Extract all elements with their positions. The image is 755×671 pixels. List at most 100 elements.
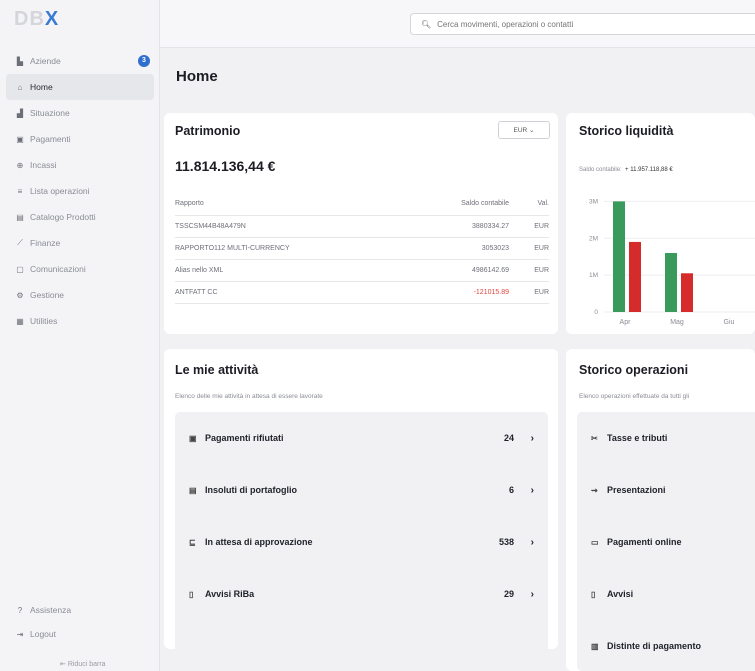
rapporto-cell: Alias nello XML: [175, 259, 411, 282]
sidebar-item-finanze[interactable]: ⟋ Finanze: [6, 230, 154, 256]
presentation-icon: ⇝: [591, 485, 598, 495]
page-title: Home: [176, 68, 218, 85]
operation-label: Distinte di pagamento: [607, 641, 702, 651]
valuta-cell: EUR: [509, 281, 549, 304]
x-tick-label: Giu: [724, 319, 735, 326]
sidebar-item-label: Lista operazioni: [30, 186, 90, 196]
catalog-icon: ▤: [16, 212, 24, 222]
search-box[interactable]: 🔍︎: [410, 13, 755, 35]
utilities-icon: ▦: [16, 316, 24, 326]
attivita-list: ▣ Pagamenti rifiutati 24 › ▤ Insoluti di port…: [175, 412, 548, 668]
sidebar-item-label: Logout: [30, 629, 56, 639]
activity-label: Pagamenti rifiutati: [205, 433, 284, 443]
saldo-cell: -121015.89: [410, 281, 509, 304]
notice-icon: ▯: [189, 589, 194, 599]
column-header: Val.: [509, 193, 549, 216]
operation-item[interactable]: ▥ Distinte di pagamento: [577, 620, 755, 671]
sidebar-item-gestione[interactable]: ⚙ Gestione: [6, 282, 154, 308]
patrimonio-title: Patrimonio: [175, 124, 241, 138]
activity-item[interactable]: ⊑ In attesa di approvazione 538 ›: [175, 516, 548, 568]
chart-bar: [665, 253, 677, 312]
home-icon: ⌂: [17, 82, 23, 92]
table-row[interactable]: TSSCSM44B48A479N 3880334.27 EUR: [175, 215, 549, 238]
sidebar-item-aziende[interactable]: ▙ Aziende 3: [6, 48, 154, 74]
chart-bar: [681, 273, 693, 312]
sidebar-item-label: Comunicazioni: [30, 264, 86, 274]
sidebar-item-catalogo-prodotti[interactable]: ▤ Catalogo Prodotti: [6, 204, 154, 230]
storico-subtitle: Elenco operazioni effettuate da tutti gl…: [579, 393, 690, 400]
table-row[interactable]: RAPPORTO112 MULTI-CURRENCY 3053023 EUR: [175, 237, 549, 260]
sidebar-item-utilities[interactable]: ▦ Utilities: [6, 308, 154, 334]
patrimonio-table: Rapporto Saldo contabile Val. TSSCSM44B4…: [175, 193, 549, 304]
sidebar-item-label: Incassi: [30, 160, 57, 170]
message-icon: ▢: [16, 264, 24, 274]
sidebar-item-pagamenti[interactable]: ▣ Pagamenti: [6, 126, 154, 152]
table-row[interactable]: Alias nello XML 4986142.69 EUR: [175, 259, 549, 282]
operation-item[interactable]: ▭ Pagamenti online: [577, 516, 755, 568]
attivita-title: Le mie attività: [175, 363, 259, 377]
notice-icon: ▯: [591, 589, 596, 599]
x-tick-label: Mag: [670, 319, 684, 326]
payment-slip-icon: ▥: [591, 641, 599, 651]
help-icon: ?: [17, 605, 23, 615]
sidebar-item-home[interactable]: ⌂ Home: [6, 74, 154, 100]
operation-label: Pagamenti online: [607, 537, 682, 547]
storico-list: ✂ Tasse e tributi ⇝ Presentazioni ▭ Pagamenti…: [577, 412, 755, 671]
operation-label: Presentazioni: [607, 485, 666, 495]
activity-count: 29: [503, 589, 514, 599]
valuta-cell: EUR: [509, 259, 549, 282]
top-bar: 🔍︎: [160, 0, 755, 48]
logout-icon: ⇥: [16, 629, 24, 639]
sidebar-item-label: Finanze: [30, 238, 61, 248]
activity-item[interactable]: ▤ Insoluti di portafoglio 6 ›: [175, 464, 548, 516]
saldo-cell: 3053023: [410, 237, 509, 260]
storico-title: Storico operazioni: [579, 363, 689, 377]
x-tick-label: Apr: [620, 319, 632, 326]
search-icon: 🔍︎: [421, 19, 432, 29]
sidebar-item-label: Home: [30, 82, 53, 92]
chart-bar: [613, 201, 625, 312]
activity-count: 6: [508, 485, 514, 495]
sidebar-item-comunicazioni[interactable]: ▢ Comunicazioni: [6, 256, 154, 282]
sidebar-item-label: Pagamenti: [30, 134, 71, 144]
attivita-subtitle: Elenco delle mie attività in attesa di e…: [175, 393, 323, 400]
patrimonio-total: 11.814.136,44 €: [175, 158, 276, 174]
sidebar-nav: ▙ Aziende 3 ⌂ Home ▟ Situazione ▣ Pagamenti ⊕ Inca…: [6, 48, 154, 334]
sidebar-bottom-nav: ? Assistenza ⇥ Logout: [6, 598, 154, 646]
sidebar-item-label: Assistenza: [30, 605, 72, 615]
search-input[interactable]: [437, 19, 738, 29]
collapse-sidebar-button[interactable]: ⇤ Riduci barra: [60, 660, 106, 668]
finance-icon: ⟋: [17, 238, 23, 247]
sidebar-item-lista-operazioni[interactable]: ≡ Lista operazioni: [6, 178, 154, 204]
chevron-down-icon: ⌄: [529, 127, 535, 134]
activity-item[interactable]: ▣ Pagamenti rifiutati 24 ›: [175, 412, 548, 464]
activity-label: Avvisi RiBa: [205, 589, 255, 599]
sidebar-item-logout[interactable]: ⇥ Logout: [6, 622, 154, 646]
liquidita-card: Storico liquidità Saldo contabile: + 11.…: [566, 113, 755, 334]
y-tick-label: 3M: [589, 198, 598, 205]
online-payment-icon: ▭: [591, 537, 599, 547]
sidebar-item-assistenza[interactable]: ? Assistenza: [6, 598, 154, 622]
chart-icon: ▟: [16, 108, 24, 118]
sidebar-item-label: Gestione: [30, 290, 65, 300]
app-logo[interactable]: DBX: [14, 8, 59, 31]
sidebar-item-incassi[interactable]: ⊕ Incassi: [6, 152, 154, 178]
chevron-right-icon: ›: [530, 484, 534, 496]
operation-item[interactable]: ▯ Avvisi: [577, 568, 755, 620]
operation-item[interactable]: ✂ Tasse e tributi: [577, 412, 755, 464]
y-tick-label: 2M: [589, 235, 598, 242]
sidebar-item-situazione[interactable]: ▟ Situazione: [6, 100, 154, 126]
currency-select[interactable]: EUR ⌄: [498, 121, 550, 139]
operation-item[interactable]: ⇝ Presentazioni: [577, 464, 755, 516]
payments-icon: ▣: [16, 134, 24, 144]
sidebar-item-label: Situazione: [30, 108, 70, 118]
table-row[interactable]: ANTFATT CC -121015.89 EUR: [175, 281, 549, 304]
rapporto-cell: TSSCSM44B48A479N: [175, 215, 411, 238]
chart-bar: [629, 241, 641, 312]
activity-count: 24: [503, 433, 514, 443]
activity-item[interactable]: ▯ Avvisi RiBa 29 ›: [175, 568, 548, 620]
sidebar: DBX ▙ Aziende 3 ⌂ Home ▟ Situazione ▣ Pagamenti ⊕…: [0, 0, 160, 671]
y-tick-label: 1M: [589, 272, 598, 279]
rapporto-cell: ANTFATT CC: [175, 281, 411, 304]
saldo-summary: Saldo contabile: + 11.957.118,88 €: [579, 167, 673, 173]
